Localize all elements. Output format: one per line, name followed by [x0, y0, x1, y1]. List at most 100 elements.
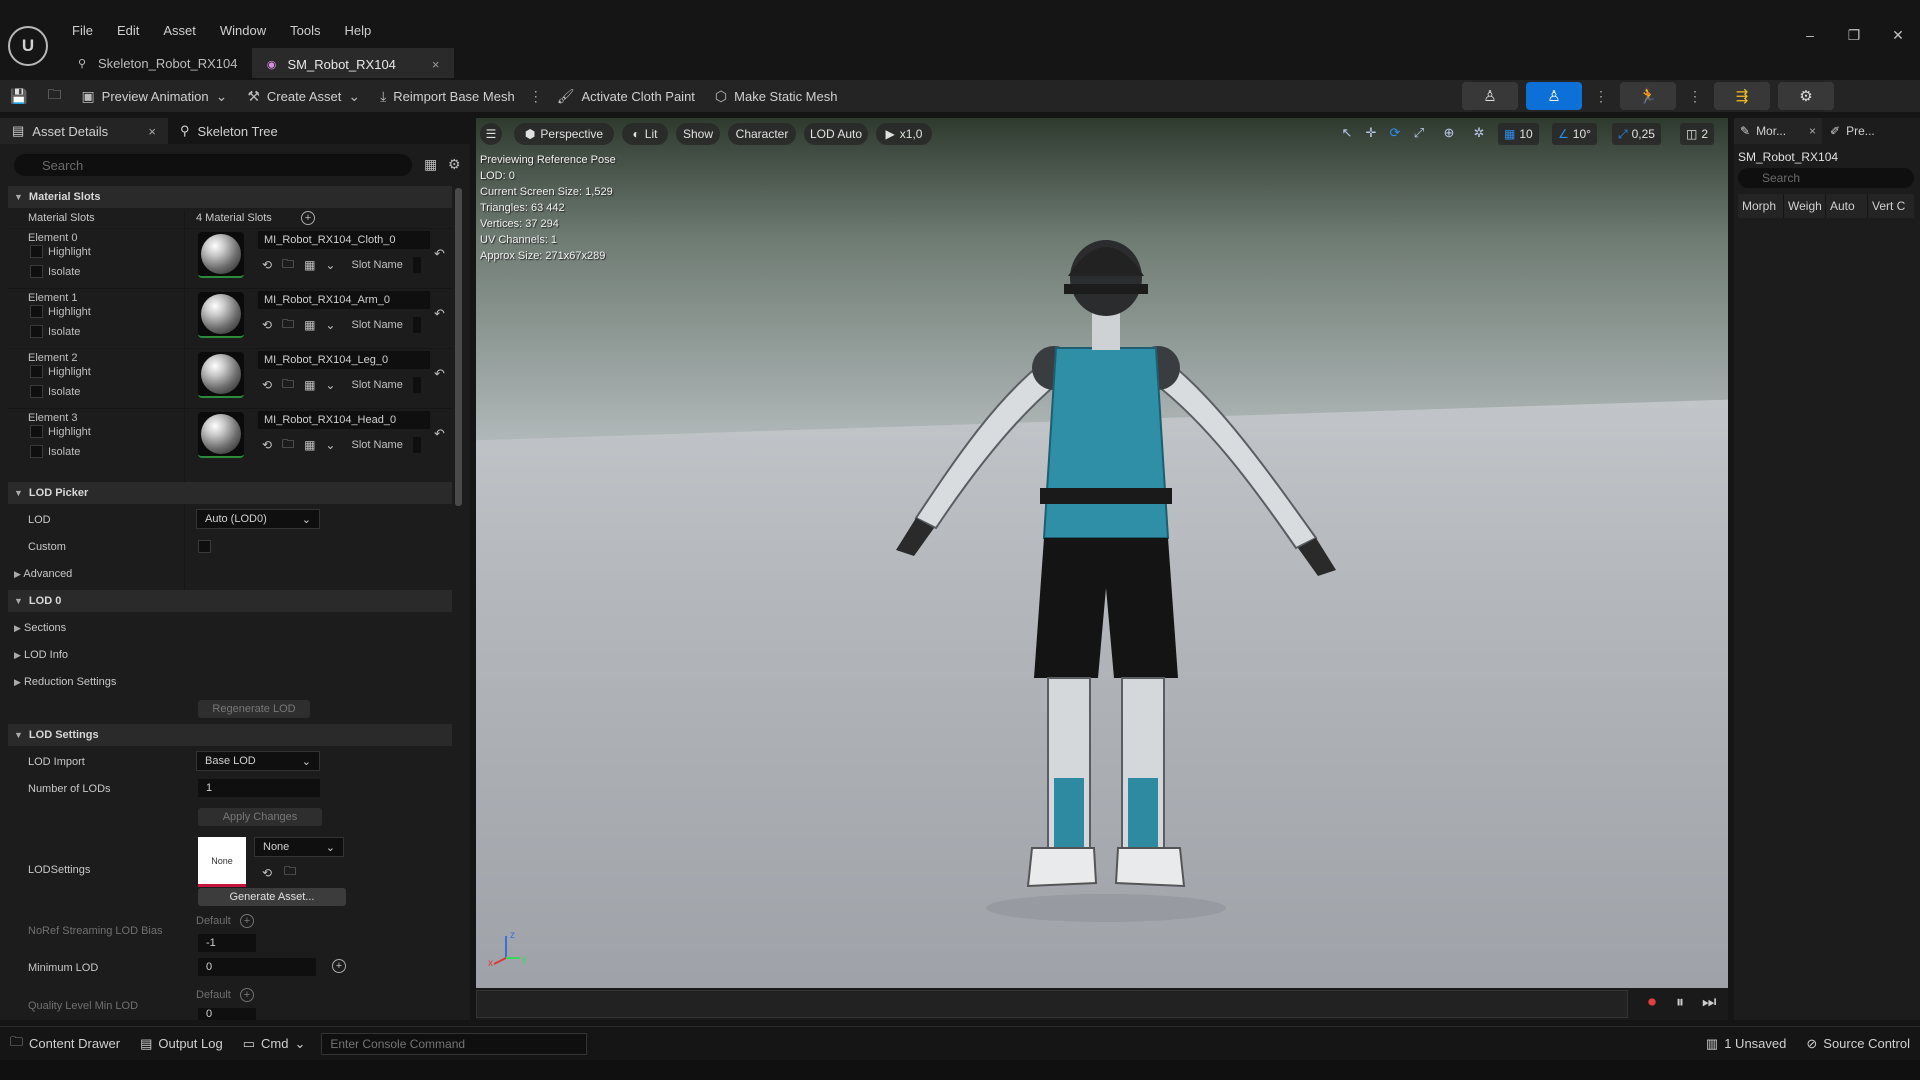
translate-tool-icon[interactable]: ✛	[1362, 125, 1380, 143]
physics-mode-button[interactable]: ⚙	[1778, 82, 1834, 110]
material-thumbnail[interactable]	[198, 292, 244, 338]
use-selected-icon[interactable]: ⟲	[262, 258, 272, 272]
make-static-mesh-button[interactable]: ⬡ Make Static Mesh	[705, 80, 848, 112]
blueprint-mode-button[interactable]: ⇶	[1714, 82, 1770, 110]
minimize-button[interactable]: –	[1788, 27, 1832, 43]
lit-button[interactable]: ◐ Lit	[622, 123, 668, 145]
checker-icon[interactable]: ▦	[304, 318, 315, 332]
browse-asset-icon[interactable]: 🗀	[282, 375, 294, 396]
skeleton-mode-button[interactable]: ♙	[1462, 82, 1518, 110]
menu-help[interactable]: Help	[332, 23, 383, 38]
play-speed-button[interactable]: ▶ x1,0	[876, 123, 932, 145]
scale-tool-icon[interactable]: ⤢	[1410, 125, 1428, 143]
reset-to-default-icon[interactable]: ↶	[434, 426, 445, 442]
material-thumbnail[interactable]	[198, 232, 244, 278]
table-view-icon[interactable]: ▦	[424, 156, 437, 173]
tab-skeleton[interactable]: ⚲ Skeleton_Robot_RX104	[62, 48, 252, 78]
browse-asset-icon[interactable]: 🗀	[282, 315, 294, 336]
add-material-slot-icon[interactable]: +	[301, 211, 315, 225]
tab-preview-settings[interactable]: ✐ Pre...	[1824, 118, 1914, 144]
highlight-checkbox[interactable]	[30, 425, 43, 438]
slot-name-field[interactable]	[412, 317, 421, 333]
reset-to-default-icon[interactable]: ↶	[434, 306, 445, 322]
reimport-base-mesh-button[interactable]: ⤓ Reimport Base Mesh	[370, 80, 525, 112]
perspective-button[interactable]: ⬢ Perspective	[514, 123, 614, 145]
quality-value-field[interactable]: 0	[198, 1008, 256, 1020]
source-control-button[interactable]: ⊘ Source Control	[1796, 1027, 1920, 1061]
browse-button[interactable]: 🗀	[37, 80, 71, 112]
unsaved-button[interactable]: ▥ 1 Unsaved	[1696, 1027, 1796, 1061]
character-button[interactable]: Character	[728, 123, 796, 145]
unreal-logo[interactable]: U	[8, 26, 48, 66]
slot-name-field[interactable]	[412, 437, 421, 453]
lod-info-row[interactable]: ▶ LOD Info	[14, 649, 68, 661]
gear-icon[interactable]: ⚙	[448, 156, 461, 173]
material-thumbnail[interactable]	[198, 412, 244, 458]
details-search-input[interactable]: Search	[14, 154, 412, 176]
tab-morph-targets[interactable]: ✎ Mor... ×	[1734, 118, 1822, 144]
material-name-field[interactable]: MI_Robot_RX104_Cloth_0	[258, 231, 430, 249]
lod-dropdown[interactable]: Auto (LOD0) ⌄	[196, 509, 320, 529]
slot-name-field[interactable]	[412, 377, 421, 393]
browse-asset-icon[interactable]: 🗀	[284, 862, 296, 883]
sections-row[interactable]: ▶ Sections	[14, 622, 66, 634]
chevron-down-icon[interactable]: ⌄	[325, 378, 335, 392]
highlight-checkbox[interactable]	[30, 305, 43, 318]
more-options-icon[interactable]: ⋮	[525, 88, 547, 105]
chevron-down-icon[interactable]: ⌄	[325, 438, 335, 452]
slot-name-field[interactable]	[412, 257, 421, 273]
isolate-checkbox[interactable]	[30, 385, 43, 398]
reduction-settings-row[interactable]: ▶ Reduction Settings	[14, 676, 116, 688]
console-command-input[interactable]	[321, 1032, 588, 1055]
lodsettings-thumbnail[interactable]: None	[198, 837, 246, 887]
number-of-lods-field[interactable]: 1	[198, 779, 320, 797]
rotate-tool-icon[interactable]: ⟳	[1386, 125, 1404, 143]
section-lod-settings[interactable]: ▼ LOD Settings	[8, 724, 452, 746]
highlight-checkbox[interactable]	[30, 245, 43, 258]
menu-window[interactable]: Window	[208, 23, 278, 38]
output-log-button[interactable]: ▤ Output Log	[130, 1027, 233, 1061]
activate-cloth-paint-button[interactable]: 🖌 Activate Cloth Paint	[547, 80, 705, 112]
add-noref-override-icon[interactable]: +	[240, 914, 254, 928]
restore-button[interactable]: ❐	[1832, 27, 1876, 44]
browse-asset-icon[interactable]: 🗀	[282, 255, 294, 276]
close-tab-icon[interactable]: ×	[432, 57, 440, 72]
record-button[interactable]: ⏺	[1648, 994, 1656, 1012]
reset-to-default-icon[interactable]: ↶	[434, 246, 445, 262]
mesh-mode-options-icon[interactable]: ⋮	[1590, 88, 1612, 105]
tab-asset-details[interactable]: ▤ Asset Details ×	[0, 118, 168, 144]
section-lod0[interactable]: ▼ LOD 0	[8, 590, 452, 612]
menu-asset[interactable]: Asset	[151, 23, 208, 38]
lod-auto-button[interactable]: LOD Auto	[804, 123, 868, 145]
isolate-checkbox[interactable]	[30, 265, 43, 278]
column-weight[interactable]: Weigh	[1784, 194, 1826, 218]
section-lod-picker[interactable]: ▼ LOD Picker	[8, 482, 452, 504]
section-material-slots[interactable]: ▼ Material Slots	[8, 186, 452, 208]
use-selected-icon[interactable]: ⟲	[262, 318, 272, 332]
preview-animation-button[interactable]: ▣ Preview Animation ⌄	[71, 80, 237, 112]
use-selected-icon[interactable]: ⟲	[262, 866, 272, 880]
world-space-icon[interactable]: ⊕	[1440, 125, 1458, 143]
minimum-lod-field[interactable]: 0	[198, 958, 316, 976]
browse-asset-icon[interactable]: 🗀	[282, 435, 294, 456]
use-selected-icon[interactable]: ⟲	[262, 438, 272, 452]
menu-tools[interactable]: Tools	[278, 23, 332, 38]
reset-to-default-icon[interactable]: ↶	[434, 366, 445, 382]
chevron-down-icon[interactable]: ⌄	[325, 318, 335, 332]
select-tool-icon[interactable]: ↖	[1338, 125, 1356, 143]
column-morph[interactable]: Morph	[1738, 194, 1784, 218]
show-button[interactable]: Show	[676, 123, 720, 145]
isolate-checkbox[interactable]	[30, 445, 43, 458]
tab-skeletal-mesh[interactable]: ◉ SM_Robot_RX104 ×	[251, 48, 454, 78]
close-window-button[interactable]: ✕	[1876, 27, 1920, 44]
close-morph-tab-icon[interactable]: ×	[1809, 124, 1822, 138]
save-button[interactable]: 💾	[0, 80, 37, 112]
mesh-mode-button[interactable]: ♙	[1526, 82, 1582, 110]
use-selected-icon[interactable]: ⟲	[262, 378, 272, 392]
regenerate-lod-button[interactable]: Regenerate LOD	[198, 700, 310, 718]
create-asset-button[interactable]: ⚒ Create Asset ⌄	[237, 80, 370, 112]
angle-snap-toggle[interactable]: ∠ 10°	[1552, 123, 1597, 145]
chevron-down-icon[interactable]: ⌄	[325, 258, 335, 272]
timeline-track[interactable]	[476, 990, 1628, 1018]
scale-snap-toggle[interactable]: ⤢ 0,25	[1612, 123, 1661, 145]
